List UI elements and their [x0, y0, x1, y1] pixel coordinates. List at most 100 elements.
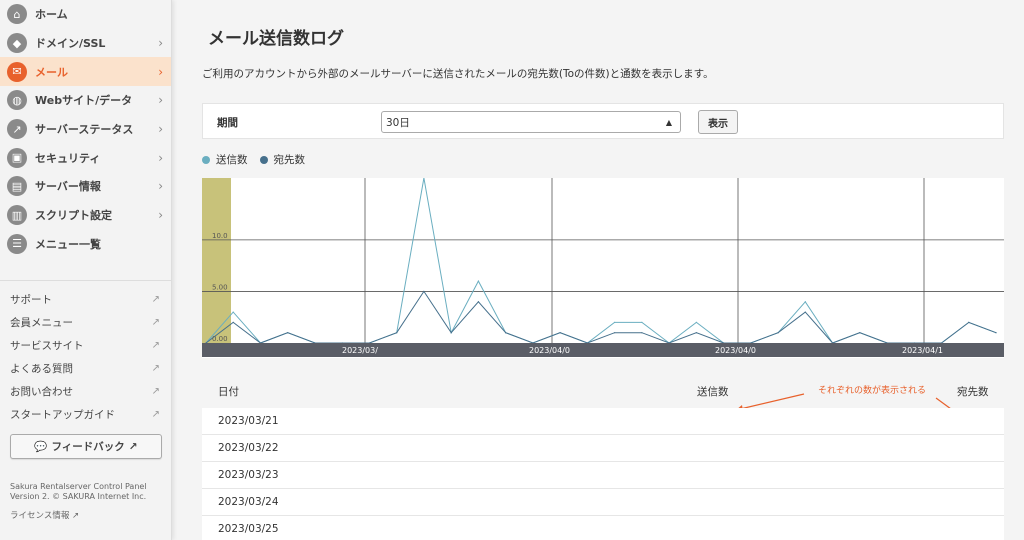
chart-ytick-2: 10.0 [212, 232, 228, 240]
script-file-icon: ▥ [7, 205, 27, 226]
chart-xtick-2: 2023/04/0 [715, 346, 756, 355]
list-icon: ☰ [7, 233, 27, 254]
sidebar-link-label: 会員メニュー [10, 317, 73, 329]
period-select[interactable]: 30日 ▲ [381, 111, 681, 133]
table-row: 2023/03/24 [202, 489, 1004, 516]
sidebar-link-label: サービスサイト [10, 340, 84, 352]
sidebar-link-label: よくある質問 [10, 363, 73, 375]
server-icon: ▤ [7, 176, 27, 197]
chart-legend: 送信数 宛先数 [202, 152, 317, 167]
chat-bubble-icon: 💬 [34, 441, 48, 453]
sidebar-link-1[interactable]: 会員メニュー ↗ [0, 311, 172, 334]
sidebar-item-label: サーバーステータス [35, 123, 134, 137]
sidebar-item-5[interactable]: ▣ セキュリティ › [0, 143, 171, 172]
sidebar-link-2[interactable]: サービスサイト ↗ [0, 334, 172, 357]
sidebar-link-5[interactable]: スタートアップガイド ↗ [0, 403, 172, 426]
chart-xtick-0: 2023/03/ [342, 346, 378, 355]
period-select-value: 30日 [386, 116, 410, 129]
chart-point-1-1 [232, 321, 234, 323]
page-description: ご利用のアカウントから外部のメールサーバーに送信されたメールの宛先数(Toの件数… [202, 68, 714, 80]
external-link-icon: ↗ [151, 340, 160, 351]
feedback-button[interactable]: 💬 フィードバック ↗ [10, 434, 162, 459]
chevron-right-icon: › [158, 93, 163, 108]
chart-point-0-16 [641, 321, 643, 323]
chevron-right-icon: › [158, 36, 163, 51]
external-link-icon: ↗ [151, 294, 160, 305]
legend-item-dest[interactable]: 宛先数 [259, 152, 306, 167]
footer-line1: Sakura Rentalserver Control Panel [10, 482, 147, 491]
sidebar-nav: ⌂ ホーム ◆ ドメイン/SSL › ✉ メール › ◍ Webサイト/データ › ↗ サーバーステータ… [0, 0, 171, 258]
mail-icon: ✉ [7, 61, 27, 82]
sidebar-item-8[interactable]: ☰ メニュー一覧 [0, 230, 171, 259]
sidebar-item-label: セキュリティ [35, 151, 101, 165]
chart-point-0-15 [614, 321, 616, 323]
sidebar-item-label: スクリプト設定 [35, 209, 112, 223]
external-link-icon: ↗ [151, 386, 160, 397]
table-row: 2023/03/23 [202, 462, 1004, 489]
chart-point-1-16 [641, 332, 643, 334]
chart-point-1-22 [804, 311, 806, 313]
sidebar-item-label: サーバー情報 [35, 180, 101, 194]
sidebar-item-3[interactable]: ◍ Webサイト/データ › [0, 86, 171, 115]
chart-point-0-10 [477, 280, 480, 282]
show-button[interactable]: 表示 [698, 110, 738, 134]
sidebar-item-2[interactable]: ✉ メール › [0, 57, 171, 87]
chart-svg: 0.005.0010.02023/03/2023/04/0 2023/04/0 20… [202, 177, 1004, 357]
home-icon: ⌂ [7, 4, 27, 25]
sidebar-item-6[interactable]: ▤ サーバー情報 › [0, 172, 171, 201]
sidebar-link-label: サポート [10, 294, 52, 306]
sidebar-item-1[interactable]: ◆ ドメイン/SSL › [0, 29, 171, 58]
chart-point-1-21 [777, 332, 779, 334]
chevron-right-icon: › [158, 150, 163, 165]
sidebar-link-3[interactable]: よくある質問 ↗ [0, 357, 172, 380]
legend-label-dest: 宛先数 [273, 154, 306, 166]
chart-xtick-3: 2023/04/1 [902, 346, 943, 355]
chart-point-0-1 [232, 311, 234, 313]
domain-icon: ◆ [7, 33, 27, 54]
sidebar-item-label: ドメイン/SSL [35, 37, 106, 51]
sidebar-divider [0, 280, 172, 281]
log-table-body: 2023/03/21 2023/03/22 2023/03/23 2023/03/24… [202, 408, 1004, 540]
sidebar: ⌂ ホーム ◆ ドメイン/SSL › ✉ メール › ◍ Webサイト/データ › ↗ サーバーステータ… [0, 0, 172, 540]
license-link[interactable]: ライセンス情報 ↗ [10, 509, 79, 521]
chart-highlight-band [202, 178, 231, 343]
sidebar-item-4[interactable]: ↗ サーバーステータス › [0, 115, 171, 144]
chevron-right-icon: › [158, 122, 163, 137]
row-date: 2023/03/23 [218, 469, 279, 481]
sidebar-item-7[interactable]: ▥ スクリプト設定 › [0, 201, 171, 230]
row-date: 2023/03/25 [218, 523, 279, 535]
period-label: 期間 [217, 117, 238, 129]
legend-dot-dest [259, 155, 268, 164]
chart-x-axis-bar [202, 343, 1004, 357]
select-arrows-icon: ▲ [665, 117, 672, 127]
chart-point-1-9 [450, 332, 452, 334]
footer-text: Sakura Rentalserver Control Panel Versio… [10, 482, 168, 502]
chart-point-1-13 [559, 332, 561, 334]
sidebar-link-4[interactable]: お問い合わせ ↗ [0, 380, 172, 403]
column-header-date: 日付 [218, 386, 239, 398]
table-row: 2023/03/22 [202, 435, 1004, 462]
chart-point-1-15 [614, 332, 616, 334]
main-content: メール送信数ログ ご利用のアカウントから外部のメールサーバーに送信されたメールの… [172, 0, 1024, 540]
sidebar-item-label: メニュー一覧 [35, 237, 101, 251]
chart-point-1-18 [695, 332, 697, 334]
external-link-icon: ↗ [128, 440, 138, 453]
chart-ytick-1: 5.00 [212, 283, 228, 291]
footer-line2: Version 2. © SAKURA Internet Inc. [10, 492, 147, 501]
chart-series-line-0 [205, 177, 997, 344]
license-label: ライセンス情報 [10, 511, 70, 521]
chart-series-line-1 [205, 290, 997, 344]
sidebar-link-0[interactable]: サポート ↗ [0, 288, 172, 311]
chart-xtick-1: 2023/04/0 [529, 346, 570, 355]
table-row: 2023/03/21 [202, 408, 1004, 435]
legend-label-sent: 送信数 [216, 154, 248, 166]
sidebar-item-label: メール [35, 65, 68, 79]
chart-point-1-10 [477, 301, 480, 303]
sidebar-link-label: スタートアップガイド [10, 409, 115, 421]
period-filter: 期間 30日 ▲ 表示 [202, 103, 1004, 139]
chevron-right-icon: › [158, 179, 163, 194]
chart-point-0-18 [695, 321, 697, 323]
legend-item-sent[interactable]: 送信数 [202, 152, 248, 167]
row-date: 2023/03/24 [218, 496, 279, 508]
sidebar-item-0[interactable]: ⌂ ホーム [0, 0, 171, 29]
